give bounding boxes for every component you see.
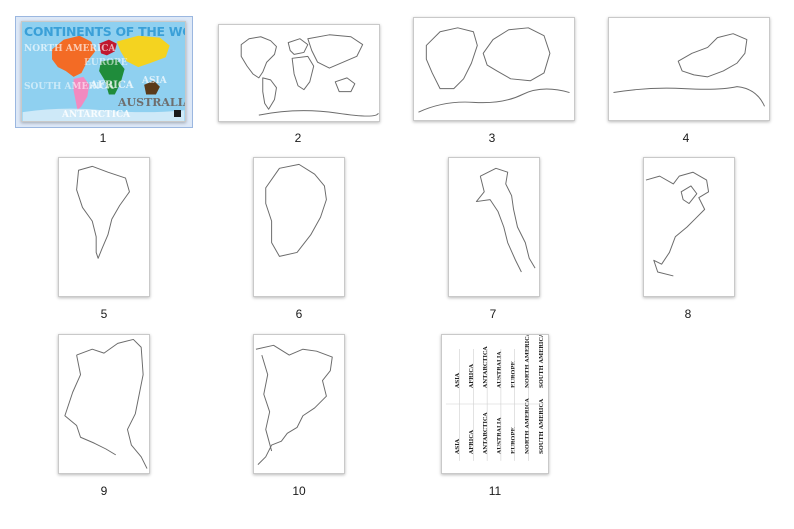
page-thumbnail-11[interactable]: ASIA AFRICA ANTARCTICA AUSTRALIA EUROPE …	[441, 334, 549, 474]
page-number-5: 5	[100, 307, 108, 321]
cover-word-antarctica: ANTARCTICA	[62, 110, 131, 120]
page-thumbnail-6[interactable]	[253, 157, 345, 297]
page-number-11: 11	[488, 484, 502, 498]
page-thumbnail-3[interactable]	[413, 17, 575, 121]
north-america-bottom-outline-art	[645, 171, 710, 277]
page-number-10: 10	[292, 484, 306, 498]
page-thumbnail-10[interactable]	[253, 334, 345, 474]
page-number-8: 8	[684, 307, 692, 321]
cover-word-australia: AUSTRALIA	[118, 96, 186, 109]
world-outline-map-art	[240, 34, 379, 117]
asia-strip-outline-art	[613, 33, 765, 107]
page-number-1: 1	[99, 131, 107, 145]
north-america-top-outline-art	[475, 167, 536, 273]
cover-word-europe: EUROPE	[84, 58, 128, 68]
africa-outline-art	[265, 163, 327, 257]
page-badge-icon	[174, 110, 181, 117]
page-number-7: 7	[489, 307, 497, 321]
page-thumbnail-7[interactable]	[448, 157, 540, 297]
europe-outline-art	[64, 338, 148, 469]
page-thumbnail-2[interactable]	[218, 24, 380, 122]
south-america-outline-art	[76, 165, 130, 259]
page-number-9: 9	[100, 484, 108, 498]
page-thumbnail-5[interactable]	[58, 157, 150, 297]
page-number-4: 4	[682, 131, 690, 145]
cover-word-north-america: NORTH AMERICA	[24, 44, 116, 54]
page-thumbnail-9[interactable]	[58, 334, 150, 474]
page-thumbnail-8[interactable]	[643, 157, 735, 297]
label-grid-lines	[445, 349, 545, 461]
page-thumbnail-4[interactable]	[608, 17, 770, 121]
page-number-2: 2	[294, 131, 302, 145]
cover-word-asia: ASIA	[142, 76, 167, 86]
asia-outline-art	[255, 344, 333, 465]
page-number-3: 3	[488, 131, 496, 145]
page-thumbnail-1[interactable]: CONTINENTS OF THE WORLD NORTH AMERICA EU…	[21, 21, 186, 122]
page-number-6: 6	[295, 307, 303, 321]
cover-word-south-america: SOUTH AMERICA	[24, 82, 115, 92]
australia-africa-outline-art	[418, 27, 570, 113]
cover-title: CONTINENTS OF THE WORLD	[24, 24, 185, 39]
